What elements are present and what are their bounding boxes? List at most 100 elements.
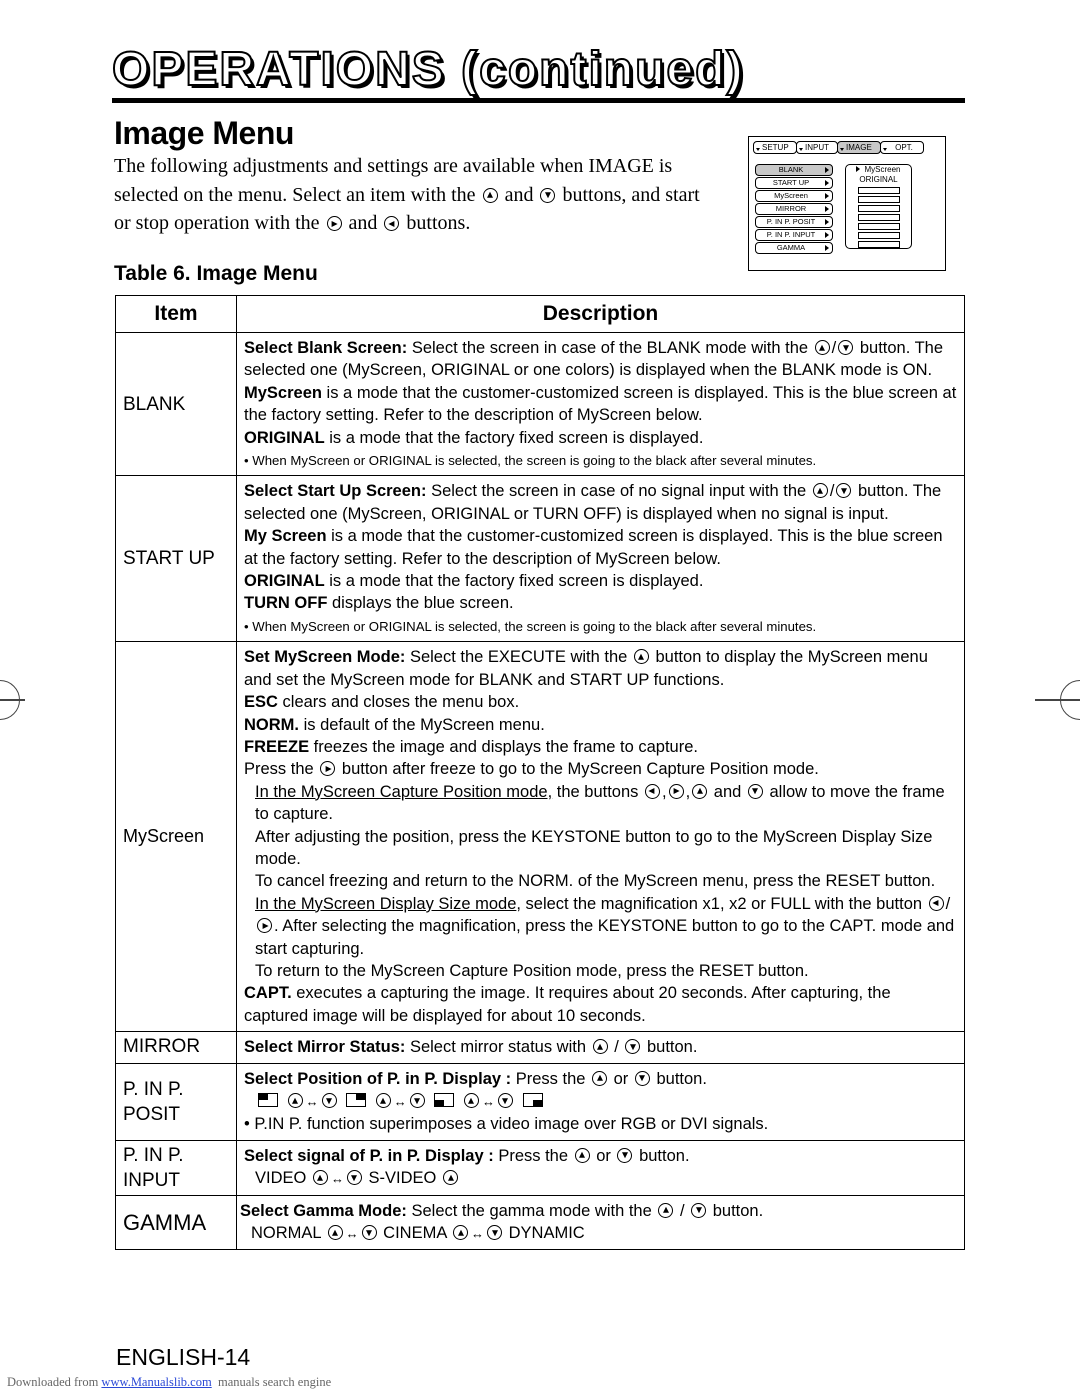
header-description: Description xyxy=(236,295,965,333)
left-button-icon xyxy=(384,216,400,231)
up-button-icon xyxy=(482,187,498,203)
up-button-icon xyxy=(658,1202,674,1218)
right-button-icon xyxy=(257,918,272,934)
up-button-icon xyxy=(574,1147,590,1163)
page-number: ENGLISH-14 xyxy=(116,1344,251,1370)
item-cell: P. IN P. INPUT xyxy=(115,1139,237,1196)
image-menu-table: Item Description BLANK Select Blank Scre… xyxy=(115,295,965,1251)
section-title: Image Menu xyxy=(114,115,294,151)
osd-item-mirror: MIRROR xyxy=(755,203,833,215)
osd-color-slot xyxy=(857,214,900,221)
osd-item-gamma: GAMMA xyxy=(755,242,833,254)
down-button-icon xyxy=(409,1093,425,1108)
note: • When MyScreen or ORIGINAL is selected,… xyxy=(244,618,817,634)
item-cell: START UP xyxy=(115,475,237,643)
osd-submenu: MyScreen ORIGINAL xyxy=(845,164,912,249)
osd-color-slot xyxy=(857,232,900,239)
up-button-icon xyxy=(463,1093,479,1108)
item-cell: MIRROR xyxy=(115,1031,237,1064)
description-cell: Select Mirror Status: Select mirror stat… xyxy=(236,1031,965,1064)
down-button-icon xyxy=(634,1070,650,1086)
down-button-icon xyxy=(321,1093,337,1108)
table-row-pinp-posit: P. IN P. POSIT Select Position of P. in P… xyxy=(115,1062,965,1141)
description-cell: Select Start Up Screen: Select the scree… xyxy=(236,475,965,643)
table-header-row: Item Description xyxy=(115,295,965,333)
intro-paragraph: The following adjustments and settings a… xyxy=(114,155,700,234)
osd-color-slot xyxy=(857,187,900,194)
up-button-icon xyxy=(287,1093,303,1108)
down-button-icon xyxy=(540,187,556,203)
up-button-icon xyxy=(633,649,649,665)
description-cell: Select Blank Screen: Select the screen i… xyxy=(236,331,965,477)
osd-option-original: ORIGINAL xyxy=(859,175,898,184)
item-cell: GAMMA xyxy=(115,1194,237,1251)
osd-item-start-up: START UP xyxy=(755,177,833,189)
note: • When MyScreen or ORIGINAL is selected,… xyxy=(244,453,817,469)
osd-tabs: SETUP INPUT IMAGE OPT. xyxy=(753,141,924,154)
down-button-icon xyxy=(346,1170,362,1186)
title-rule xyxy=(112,98,965,103)
pip-bottom-left-icon xyxy=(434,1093,455,1107)
osd-tab-opt: OPT. xyxy=(880,141,924,154)
osd-tab-image: IMAGE xyxy=(837,141,881,154)
table-row-pinp-input: P. IN P. INPUT Select signal of P. in P. … xyxy=(115,1139,965,1196)
description-cell: Select Gamma Mode: Select the gamma mode… xyxy=(236,1194,965,1251)
right-button-icon xyxy=(668,783,684,799)
osd-color-slot xyxy=(857,205,900,212)
up-button-icon xyxy=(443,1170,458,1186)
osd-tab-setup: SETUP xyxy=(753,141,797,154)
osd-item-pinp-posit: P. IN P. POSIT xyxy=(755,216,833,228)
registration-mark-right xyxy=(1035,680,1080,720)
osd-item-blank: BLANK xyxy=(755,164,833,176)
osd-menu-figure: SETUP INPUT IMAGE OPT. BLANK START UP My… xyxy=(748,136,946,271)
down-button-icon xyxy=(361,1225,377,1241)
item-cell: P. IN P. POSIT xyxy=(115,1062,237,1141)
osd-item-pinp-input: P. IN P. INPUT xyxy=(755,229,833,241)
up-button-icon xyxy=(327,1225,343,1241)
table-caption: Table 6. Image Menu xyxy=(114,262,318,285)
up-button-icon xyxy=(312,1170,328,1186)
up-button-icon xyxy=(812,483,828,499)
osd-color-slot xyxy=(857,196,900,203)
down-button-icon xyxy=(617,1147,633,1163)
page-title: OPERATIONS (continued) xyxy=(111,43,745,96)
header-item: Item xyxy=(115,295,237,333)
down-button-icon xyxy=(625,1039,641,1055)
down-button-icon xyxy=(497,1093,513,1108)
left-button-icon xyxy=(644,783,660,799)
right-button-icon xyxy=(320,761,336,777)
pip-top-right-icon xyxy=(346,1093,367,1107)
manualslib-link[interactable]: www.Manualslib.com xyxy=(101,1375,211,1389)
up-button-icon xyxy=(453,1225,469,1241)
down-button-icon xyxy=(487,1225,503,1241)
left-button-icon xyxy=(928,895,944,911)
item-cell: MyScreen xyxy=(115,641,237,1033)
up-button-icon xyxy=(814,340,830,355)
registration-mark-left xyxy=(0,680,25,720)
up-button-icon xyxy=(692,783,708,799)
download-footer: Downloaded from www.Manualslib.com manua… xyxy=(7,1375,332,1389)
osd-color-slot xyxy=(857,223,900,230)
note: • P.IN P. function superimposes a video … xyxy=(244,1115,769,1134)
down-button-icon xyxy=(836,483,852,499)
down-button-icon xyxy=(838,340,854,355)
up-button-icon xyxy=(592,1039,608,1055)
table-row-blank: BLANK Select Blank Screen: Select the sc… xyxy=(115,331,965,477)
pip-top-left-icon xyxy=(258,1093,278,1107)
up-button-icon xyxy=(592,1070,608,1086)
description-cell: Set MyScreen Mode: Select the EXECUTE wi… xyxy=(236,641,965,1033)
osd-tab-input: INPUT xyxy=(796,141,838,154)
table-row-myscreen: MyScreen Set MyScreen Mode: Select the E… xyxy=(115,641,965,1033)
right-button-icon xyxy=(326,216,342,231)
osd-item-list: BLANK START UP MyScreen MIRROR P. IN P. … xyxy=(755,164,833,255)
description-cell: Select Position of P. in P. Display : Pr… xyxy=(236,1062,965,1141)
description-cell: Select signal of P. in P. Display : Pres… xyxy=(236,1139,965,1196)
up-button-icon xyxy=(375,1093,391,1108)
down-button-icon xyxy=(691,1202,707,1218)
table-row-gamma: GAMMA Select Gamma Mode: Select the gamm… xyxy=(115,1194,965,1251)
osd-color-slot xyxy=(857,241,900,248)
down-button-icon xyxy=(747,783,763,799)
pip-bottom-right-icon xyxy=(522,1093,543,1107)
table-row-start-up: START UP Select Start Up Screen: Select … xyxy=(115,475,965,643)
osd-item-myscreen: MyScreen xyxy=(755,190,833,202)
